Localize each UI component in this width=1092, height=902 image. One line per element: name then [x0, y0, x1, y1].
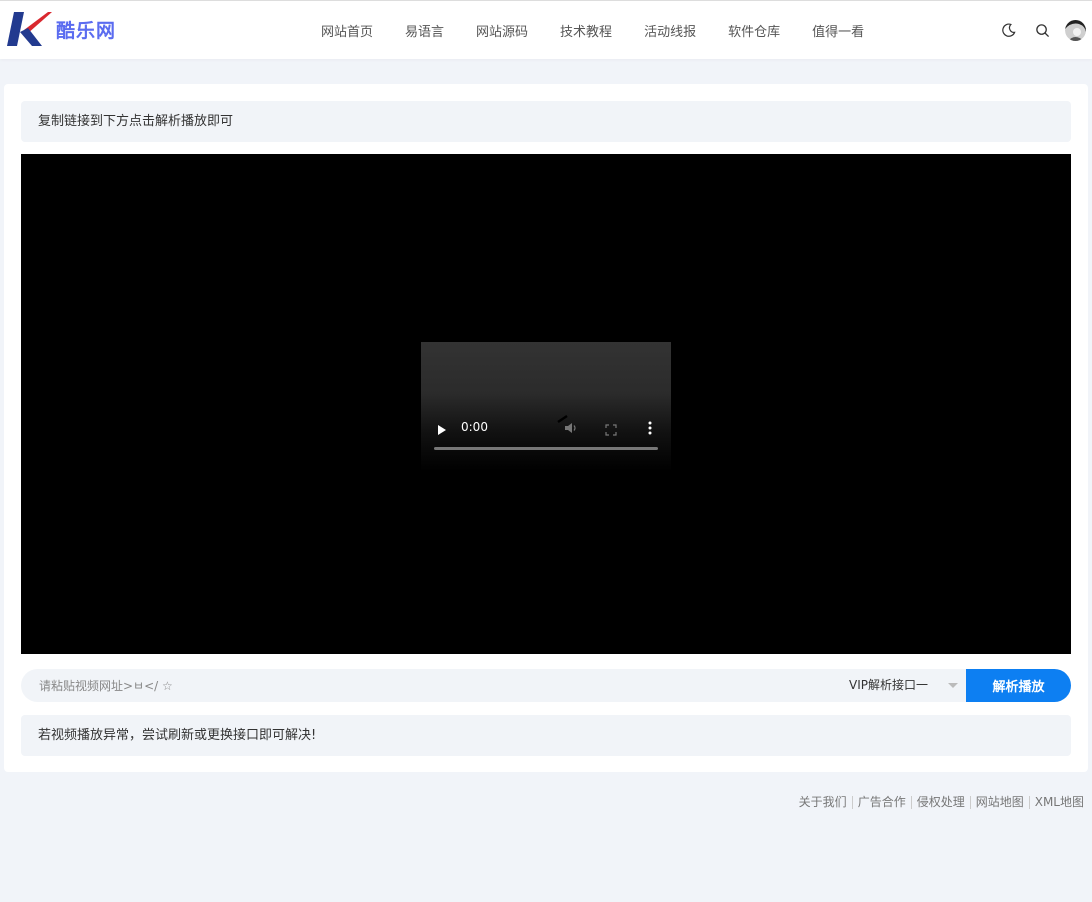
parse-play-button[interactable]: 解析播放 [966, 669, 1071, 702]
nav-item-worth[interactable]: 值得一看 [796, 21, 880, 40]
footer-links: 关于我们 广告合作 侵权处理 网站地图 XML地图 [794, 796, 1084, 809]
more-options-icon[interactable] [648, 420, 652, 439]
nav-item-tutorials[interactable]: 技术教程 [544, 21, 628, 40]
dark-mode-icon[interactable] [997, 18, 1019, 42]
search-icon[interactable] [1031, 18, 1053, 42]
footer-link-ads[interactable]: 广告合作 [853, 796, 912, 809]
nav-item-home[interactable]: 网站首页 [305, 21, 389, 40]
logo-text: 酷乐网 [56, 19, 117, 42]
volume-slash-icon [557, 414, 568, 424]
site-logo[interactable]: 酷乐网 [6, 9, 116, 49]
logo-k-icon [6, 10, 52, 48]
nav-item-software[interactable]: 软件仓库 [712, 21, 796, 40]
nav-item-epl[interactable]: 易语言 [389, 21, 460, 40]
footer-link-xml-sitemap[interactable]: XML地图 [1030, 796, 1084, 809]
main-nav: 网站首页 易语言 网站源码 技术教程 活动线报 软件仓库 值得一看 [305, 1, 880, 59]
api-select-value: VIP解析接口一 [849, 678, 928, 692]
api-select[interactable]: VIP解析接口一 [841, 669, 966, 702]
top-header: 酷乐网 网站首页 易语言 网站源码 技术教程 活动线报 软件仓库 值得一看 [0, 0, 1092, 59]
time-display: 0:00 [461, 420, 488, 434]
troubleshoot-tip: 若视频播放异常，尝试刷新或更换接口即可解决! [21, 715, 1071, 756]
parser-card: 复制链接到下方点击解析播放即可 0:00 请粘贴视频网址>ㅂ</ ☆ VIP解析… [4, 84, 1088, 772]
footer-link-copyright[interactable]: 侵权处理 [912, 796, 971, 809]
video-player[interactable]: 0:00 [21, 154, 1071, 654]
play-icon[interactable] [437, 421, 447, 440]
video-controls: 0:00 [421, 410, 671, 440]
footer-link-about[interactable]: 关于我们 [794, 796, 853, 809]
instruction-tip: 复制链接到下方点击解析播放即可 [21, 101, 1071, 142]
chevron-down-icon [948, 683, 958, 688]
progress-bar[interactable] [434, 447, 658, 450]
footer-link-sitemap[interactable]: 网站地图 [971, 796, 1030, 809]
video-element[interactable]: 0:00 [421, 342, 671, 472]
fullscreen-icon[interactable] [605, 421, 617, 440]
nav-item-deals[interactable]: 活动线报 [628, 21, 712, 40]
nav-item-source[interactable]: 网站源码 [460, 21, 544, 40]
header-tools [997, 18, 1086, 42]
avatar[interactable] [1065, 19, 1086, 41]
parse-form: VIP解析接口一 解析播放 [21, 669, 1071, 702]
video-url-input[interactable] [21, 669, 841, 702]
